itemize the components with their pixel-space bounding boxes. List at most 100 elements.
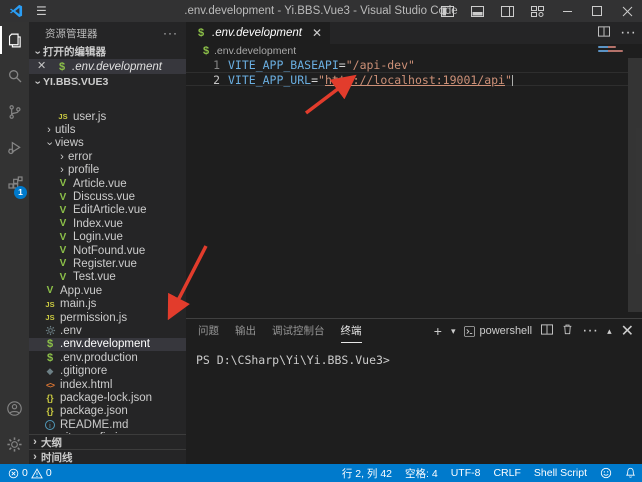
git-file-icon: ◆ [43,366,57,377]
terminal-output[interactable]: PS D:\CSharp\Yi\Yi.BBS.Vue3> [186,349,642,464]
run-and-debug-icon[interactable] [0,130,29,166]
outline-section-header[interactable]: › 大纲 [29,434,186,449]
terminal-instance-powershell[interactable]: powershell [464,325,532,337]
tree-item-error[interactable]: ›error [29,150,186,163]
tree-item-label: Discuss.vue [73,191,135,203]
more-actions-icon[interactable]: ··· [163,26,178,40]
tree-item-main-js[interactable]: JSmain.js [29,297,186,310]
tree-item-editarticle-vue[interactable]: VEditArticle.vue [29,204,186,217]
settings-gear-icon[interactable] [0,426,29,462]
accounts-icon[interactable] [0,390,29,426]
close-tab-icon[interactable]: ✕ [312,26,322,40]
timeline-section-header[interactable]: › 时间线 [29,449,186,464]
cursor-position-status[interactable]: 行 2, 列 42 [342,466,392,481]
tree-item-gitignore[interactable]: ◆.gitignore [29,364,186,377]
tree-item-login-vue[interactable]: VLogin.vue [29,231,186,244]
menu-hamburger-icon[interactable]: ☰ [36,4,47,18]
code-editor[interactable]: 1VITE_APP_BASEAPI="/api-dev"2VITE_APP_UR… [186,58,628,86]
toggle-panel-icon[interactable] [462,0,492,22]
panel-tab-问题[interactable]: 问题 [198,319,219,343]
breadcrumb[interactable]: $ .env.development [186,44,642,58]
tree-item-user-js[interactable]: JSuser.js [29,110,186,123]
project-root-header[interactable]: › YI.BBS.VUE3 [29,74,186,89]
code-line-1[interactable]: 1VITE_APP_BASEAPI="/api-dev" [186,58,628,72]
tree-item-index-html[interactable]: <>index.html [29,378,186,391]
editor-group: $ .env.development ✕ ··· $ .env.developm… [186,22,642,318]
tree-item-profile[interactable]: ›profile [29,164,186,177]
tree-item-article-vue[interactable]: VArticle.vue [29,177,186,190]
indentation-status[interactable]: 空格: 4 [405,466,438,481]
close-window-button[interactable] [612,0,642,22]
tree-item-label: Article.vue [73,178,127,190]
tree-item-index-vue[interactable]: VIndex.vue [29,217,186,230]
terminal-dropdown-icon[interactable]: ▾ [451,326,456,337]
customize-layout-icon[interactable] [522,0,552,22]
js-file-icon: JS [43,313,57,322]
tree-item-label: package.json [60,405,128,417]
panel-tab-终端[interactable]: 终端 [341,319,362,343]
split-terminal-icon[interactable] [541,322,553,340]
panel-tab-调试控制台[interactable]: 调试控制台 [272,319,325,343]
panel-tab-输出[interactable]: 输出 [235,319,256,343]
tree-item-permission-js[interactable]: JSpermission.js [29,311,186,324]
chevron-down-icon: › [32,46,44,58]
code-line-2[interactable]: 2VITE_APP_URL="http://localhost:19001/ap… [186,72,628,86]
tree-item-label: Login.vue [73,231,123,243]
bottom-panel: 问题输出调试控制台终端 + ▾ powershell ··· ▴ ✕ PS D:… [186,318,642,464]
tree-item-env[interactable]: .env [29,324,186,337]
maximize-button[interactable] [582,0,612,22]
minimap[interactable] [598,46,628,106]
tree-item-register-vue[interactable]: VRegister.vue [29,257,186,270]
kill-terminal-icon[interactable] [562,322,573,340]
tree-item-env-development[interactable]: $.env.development [29,338,186,351]
tree-item-notfound-vue[interactable]: VNotFound.vue [29,244,186,257]
notifications-bell-icon[interactable] [625,467,636,479]
eol-status[interactable]: CRLF [493,467,520,479]
tab-env-development[interactable]: $ .env.development ✕ [186,22,330,44]
maximize-panel-icon[interactable]: ▴ [607,326,612,337]
panel-more-actions-icon[interactable]: ··· [582,322,598,340]
extensions-icon[interactable]: 1 [0,166,29,202]
language-mode-status[interactable]: Shell Script [534,467,587,479]
tree-item-env-production[interactable]: $.env.production [29,351,186,364]
tree-item-label: user.js [73,111,106,123]
tree-item-label: utils [55,124,75,136]
tree-item-label: .env.development [60,338,150,350]
tree-item-label: .env.production [60,352,138,364]
shell-file-icon: $ [194,27,208,39]
close-icon[interactable]: ✕ [37,59,46,72]
tree-item-utils[interactable]: ›utils [29,123,186,136]
open-editor-item-env-development[interactable]: ✕ $ .env.development [29,59,186,74]
tree-item-discuss-vue[interactable]: VDiscuss.vue [29,190,186,203]
feedback-icon[interactable] [600,467,612,479]
vue-file-icon: V [56,192,70,203]
source-control-icon[interactable] [0,94,29,130]
tree-item-views[interactable]: ›views [29,137,186,150]
env-gear-icon [43,325,57,336]
tree-item-package-lock-json[interactable]: {}package-lock.json [29,391,186,404]
tree-item-label: .env [60,325,82,337]
vscode-window: ☰ .env.development - Yi.BBS.Vue3 - Visua… [0,0,642,482]
tree-item-app-vue[interactable]: VApp.vue [29,284,186,297]
problems-status[interactable]: 0 0 [0,467,52,479]
toggle-sidebar-icon[interactable] [432,0,462,22]
tree-item-label: permission.js [60,312,127,324]
tree-item-readme-md[interactable]: iREADME.md [29,418,186,431]
search-icon[interactable] [0,58,29,94]
status-bar: 0 0 行 2, 列 42 空格: 4 UTF-8 CRLF Shell Scr… [0,464,642,482]
tree-item-label: profile [68,164,99,176]
editor-more-actions-icon[interactable]: ··· [620,24,636,42]
encoding-status[interactable]: UTF-8 [451,467,481,479]
split-editor-icon[interactable] [598,24,610,42]
explorer-icon[interactable] [0,22,29,58]
minimize-button[interactable] [552,0,582,22]
tree-item-label: Index.vue [73,218,123,230]
chevron-down-icon: › [44,138,56,150]
close-panel-icon[interactable]: ✕ [621,321,634,341]
new-terminal-icon[interactable]: + [434,323,442,339]
tree-item-test-vue[interactable]: VTest.vue [29,271,186,284]
toggle-secondary-sidebar-icon[interactable] [492,0,522,22]
open-editors-header[interactable]: › 打开的编辑器 [29,44,186,59]
editor-scrollbar[interactable] [628,58,642,312]
tree-item-package-json[interactable]: {}package.json [29,405,186,418]
